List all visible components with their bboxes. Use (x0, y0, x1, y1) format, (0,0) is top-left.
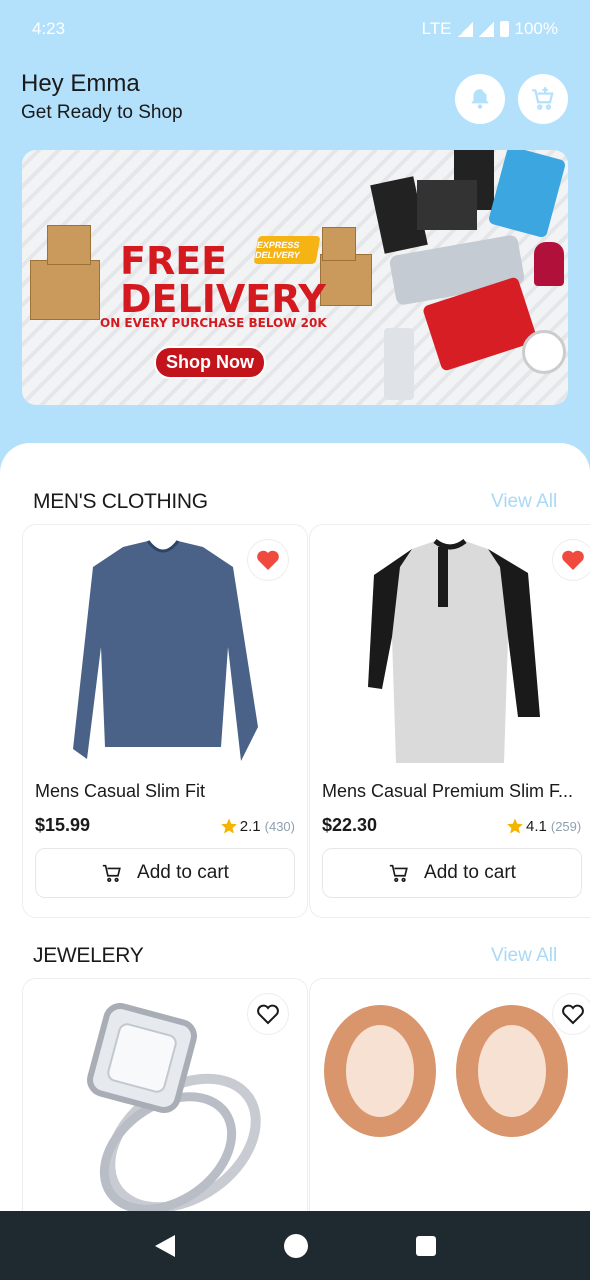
star-icon (220, 818, 237, 834)
smartphone-image (487, 150, 567, 239)
product-image-henley-shirt (368, 538, 540, 763)
parcel-box-image-2 (47, 225, 91, 265)
network-label: LTE (421, 19, 452, 38)
product-price: $15.99 (35, 815, 91, 835)
favorite-button[interactable] (552, 993, 590, 1035)
rating-count: (430) (264, 818, 295, 834)
soundbar-image (417, 180, 477, 230)
blender-image (384, 328, 414, 400)
favorite-button[interactable] (552, 539, 590, 581)
promo-banner[interactable]: EXPRESS DELIVERY FREE DELIVERY ON EVERY … (22, 150, 568, 405)
favorite-button[interactable] (247, 993, 289, 1035)
banner-tagline: ON EVERY PURCHASE BELOW 20K (100, 316, 327, 330)
product-card[interactable] (309, 978, 590, 1238)
cart-icon (102, 864, 121, 882)
cart-button[interactable] (518, 74, 568, 124)
parcel-box-image (30, 260, 100, 320)
parcel-box-image-3 (320, 254, 372, 306)
banner-headline: FREE DELIVERY (120, 239, 326, 321)
status-icons: LTE 100% (422, 19, 558, 39)
system-nav-bar (0, 1211, 590, 1280)
product-image-rose-gold-plugs (324, 1005, 568, 1137)
favorite-button[interactable] (247, 539, 289, 581)
status-bar: 4:23 LTE 100% (0, 0, 590, 58)
cart-icon (389, 864, 408, 882)
heart-outline-icon (257, 1004, 279, 1025)
add-to-cart-button[interactable]: Add to cart (322, 848, 582, 898)
parcel-box-image-4 (322, 227, 356, 261)
product-image-blue-shirt (73, 540, 258, 761)
product-image-diamond-ring (87, 1003, 261, 1213)
section-title-mens-clothing: MEN'S CLOTHING (33, 490, 208, 513)
heart-filled-icon (257, 550, 279, 570)
section-title-jewelery: JEWELERY (33, 944, 144, 967)
product-rating: 4.1 (259) (506, 817, 581, 835)
rating-count: (259) (550, 818, 582, 834)
bell-plus-icon (471, 88, 489, 109)
product-card[interactable]: Mens Casual Premium Slim F... $22.30 4.1… (309, 524, 590, 918)
rating-value: 2.1 (239, 817, 261, 835)
product-name: Mens Casual Premium Slim F... (322, 781, 574, 801)
rating-value: 4.1 (526, 817, 547, 835)
notifications-button[interactable] (455, 74, 505, 124)
fan-image (522, 330, 566, 374)
signal-icon-2 (478, 21, 494, 37)
view-all-jewelery[interactable]: View All (491, 945, 557, 967)
battery-icon (499, 21, 509, 37)
product-name: Mens Casual Slim Fit (35, 781, 206, 801)
add-to-cart-button[interactable]: Add to cart (35, 848, 295, 898)
greeting: Hey Emma Get Ready to Shop (21, 70, 183, 124)
add-to-cart-label: Add to cart (137, 862, 229, 883)
cart-plus-icon (532, 87, 554, 110)
shop-now-button[interactable]: Shop Now (154, 346, 266, 379)
heart-filled-icon (562, 550, 584, 570)
view-all-mens-clothing[interactable]: View All (491, 491, 557, 513)
star-icon (507, 818, 523, 834)
product-price: $22.30 (322, 815, 378, 835)
iron-image (534, 242, 564, 286)
battery-level: 100% (514, 19, 558, 38)
home-icon[interactable] (283, 1233, 309, 1259)
back-icon[interactable] (153, 1233, 177, 1259)
greeting-subtitle: Get Ready to Shop (21, 102, 183, 123)
add-to-cart-label: Add to cart (424, 862, 516, 883)
content-sheet: MEN'S CLOTHING View All Mens Casual Slim… (0, 443, 590, 1238)
signal-icon (457, 21, 473, 37)
greeting-title: Hey Emma (21, 70, 140, 97)
status-time: 4:23 (32, 19, 66, 38)
product-card[interactable]: Mens Casual Slim Fit $15.99 2.1 (430) Ad… (22, 524, 308, 918)
recents-icon[interactable] (415, 1235, 437, 1257)
product-rating: 2.1 (430) (220, 817, 295, 835)
heart-outline-icon (562, 1004, 584, 1025)
product-card[interactable] (22, 978, 308, 1238)
